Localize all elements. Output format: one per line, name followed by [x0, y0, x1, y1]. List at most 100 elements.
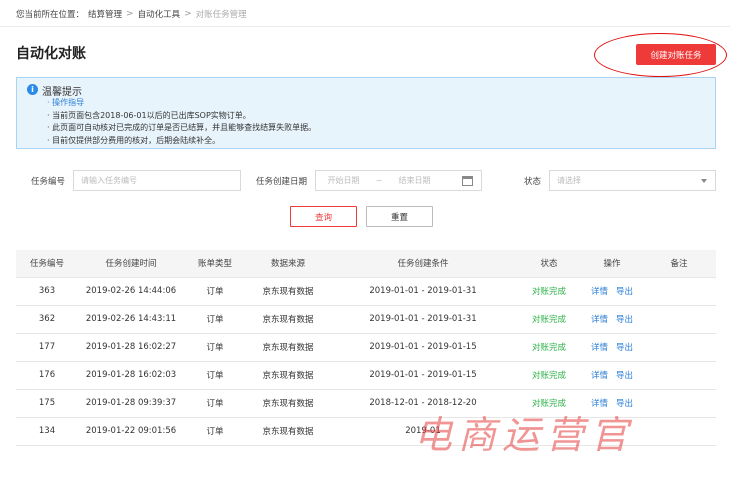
- cell-task-no: 362: [16, 305, 78, 334]
- cell-condition: 2019-01-01 - 2019-01-31: [330, 305, 516, 334]
- cell-source: 京东现有数据: [246, 417, 330, 446]
- breadcrumb-current: 对账任务管理: [195, 10, 247, 20]
- table-row: 176 2019-01-28 16:02:03 订单 京东现有数据 2019-0…: [16, 361, 716, 390]
- detail-link[interactable]: 详情: [591, 287, 608, 297]
- end-date-input[interactable]: 结束日期: [387, 175, 442, 186]
- cell-status: [516, 417, 582, 446]
- detail-link[interactable]: 详情: [591, 399, 608, 409]
- table-row: 175 2019-01-28 09:39:37 订单 京东现有数据 2018-1…: [16, 389, 716, 418]
- status-label: 状态: [524, 177, 542, 187]
- cell-condition: 2019-01-01 - 2019-01-15: [330, 333, 516, 362]
- tip-line: · 目前仅提供部分费用的核对，后期会陆续补全。: [47, 135, 221, 145]
- export-link[interactable]: 导出: [616, 343, 633, 353]
- export-link[interactable]: 导出: [616, 399, 633, 409]
- cell-source: 京东现有数据: [246, 361, 330, 390]
- col-header-type: 账单类型: [184, 250, 246, 278]
- export-link[interactable]: 导出: [616, 315, 633, 325]
- start-date-input[interactable]: 开始日期: [316, 175, 371, 186]
- breadcrumb-separator: >: [184, 9, 192, 19]
- date-separator: ~: [375, 176, 383, 185]
- cell-type: 订单: [184, 305, 246, 334]
- breadcrumb-divider: [0, 26, 730, 27]
- cell-actions: [582, 417, 642, 446]
- cell-note: [642, 305, 716, 334]
- status-select-placeholder: 请选择: [557, 176, 581, 185]
- page-title: 自动化对账: [16, 46, 86, 62]
- tip-title: 温馨提示: [42, 87, 82, 98]
- table-row: 363 2019-02-26 14:44:06 订单 京东现有数据 2019-0…: [16, 277, 716, 306]
- cell-actions: 详情 导出: [582, 333, 642, 362]
- cell-condition: 2018-12-01 - 2018-12-20: [330, 389, 516, 418]
- col-header-status: 状态: [516, 250, 582, 278]
- tip-lines: · 操作指导 · 当前页面包含2018-06-01以后的已出库SOP实物订单。 …: [47, 97, 316, 147]
- cell-note: [642, 389, 716, 418]
- col-header-source: 数据来源: [246, 250, 330, 278]
- tip-line: · 此页面可自动核对已完成的订单是否已结算，并且能够查找结算失败单据。: [47, 123, 317, 132]
- cell-created: 2019-01-28 09:39:37: [78, 389, 184, 418]
- cell-actions: 详情 导出: [582, 361, 642, 390]
- cell-type: 订单: [184, 389, 246, 418]
- cell-actions: 详情 导出: [582, 389, 642, 418]
- table-row: 134 2019-01-22 09:01:56 订单 京东现有数据 2019-0…: [16, 417, 716, 446]
- cell-condition: 2019-01-01 - 2019-01-31: [330, 277, 516, 306]
- breadcrumb-separator: >: [126, 9, 134, 19]
- cell-source: 京东现有数据: [246, 277, 330, 306]
- table-row: 177 2019-01-28 16:02:27 订单 京东现有数据 2019-0…: [16, 333, 716, 362]
- breadcrumb-item-settlement[interactable]: 结算管理: [88, 8, 122, 20]
- cell-status: 对账完成: [516, 333, 582, 362]
- cell-type: 订单: [184, 333, 246, 362]
- cell-note: [642, 277, 716, 306]
- breadcrumb-prefix: 您当前所在位置：: [16, 10, 85, 20]
- guide-link[interactable]: · 操作指导: [47, 97, 316, 110]
- calendar-icon[interactable]: [462, 176, 473, 186]
- cell-status: 对账完成: [516, 277, 582, 306]
- col-header-created: 任务创建时间: [78, 250, 184, 278]
- col-header-note: 备注: [642, 250, 716, 278]
- cell-actions: 详情 导出: [582, 305, 642, 334]
- cell-created: 2019-02-26 14:44:06: [78, 277, 184, 306]
- query-button[interactable]: 查询: [290, 206, 357, 227]
- date-label: 任务创建日期: [256, 177, 308, 187]
- cell-task-no: 176: [16, 361, 78, 390]
- create-task-button[interactable]: 创建对账任务: [636, 44, 716, 65]
- cell-source: 京东现有数据: [246, 305, 330, 334]
- table-row: 362 2019-02-26 14:43:11 订单 京东现有数据 2019-0…: [16, 305, 716, 334]
- cell-note: [642, 333, 716, 362]
- cell-status: 对账完成: [516, 305, 582, 334]
- task-no-input[interactable]: 请输入任务编号: [73, 170, 241, 191]
- task-no-label: 任务编号: [31, 177, 66, 187]
- cell-actions: 详情 导出: [582, 277, 642, 306]
- detail-link[interactable]: 详情: [591, 343, 608, 353]
- table-header-row: 任务编号 任务创建时间 账单类型 数据来源 任务创建条件 状态 操作 备注: [16, 250, 716, 278]
- col-header-condition: 任务创建条件: [330, 250, 516, 278]
- cell-type: 订单: [184, 277, 246, 306]
- export-link[interactable]: 导出: [616, 287, 633, 297]
- export-link[interactable]: 导出: [616, 371, 633, 381]
- tip-box: i 温馨提示 · 操作指导 · 当前页面包含2018-06-01以后的已出库SO…: [16, 77, 716, 149]
- cell-condition: 2019-01-01 - 2019-01-15: [330, 361, 516, 390]
- cell-source: 京东现有数据: [246, 333, 330, 362]
- cell-task-no: 175: [16, 389, 78, 418]
- cell-task-no: 177: [16, 333, 78, 362]
- breadcrumb-item-automation[interactable]: 自动化工具: [138, 8, 181, 20]
- cell-created: 2019-01-28 16:02:03: [78, 361, 184, 390]
- detail-link[interactable]: 详情: [591, 315, 608, 325]
- status-select[interactable]: 请选择: [549, 170, 716, 191]
- info-icon: i: [27, 84, 38, 95]
- col-header-task-no: 任务编号: [16, 250, 78, 278]
- cell-condition: 2019-01: [330, 417, 516, 446]
- col-header-actions: 操作: [582, 250, 642, 278]
- chevron-down-icon: [701, 179, 707, 183]
- detail-link[interactable]: 详情: [591, 371, 608, 381]
- cell-type: 订单: [184, 361, 246, 390]
- cell-created: 2019-01-22 09:01:56: [78, 417, 184, 446]
- tip-line: · 当前页面包含2018-06-01以后的已出库SOP实物订单。: [47, 110, 251, 120]
- cell-note: [642, 417, 716, 446]
- task-table: 任务编号 任务创建时间 账单类型 数据来源 任务创建条件 状态 操作 备注 36…: [16, 250, 716, 446]
- cell-status: 对账完成: [516, 361, 582, 390]
- cell-status: 对账完成: [516, 389, 582, 418]
- cell-task-no: 363: [16, 277, 78, 306]
- date-range-picker[interactable]: 开始日期 ~ 结束日期: [315, 170, 482, 191]
- reset-button[interactable]: 重置: [366, 206, 433, 227]
- cell-created: 2019-01-28 16:02:27: [78, 333, 184, 362]
